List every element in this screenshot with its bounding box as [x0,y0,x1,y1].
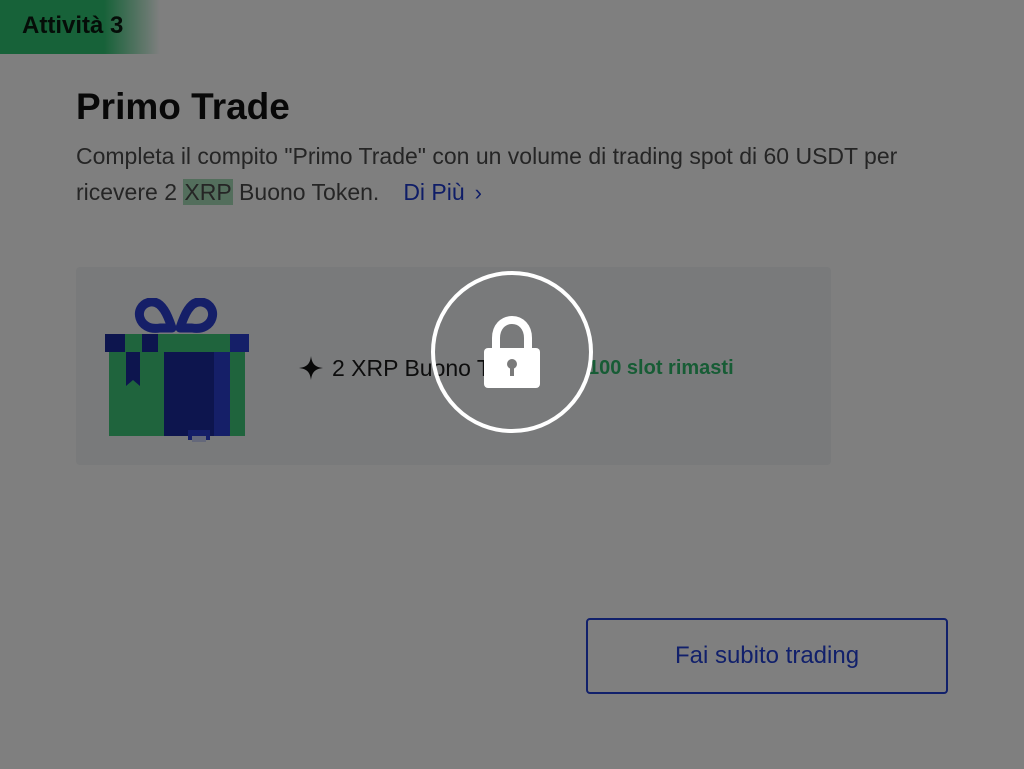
lock-icon [484,316,540,388]
locked-overlay [0,0,1024,769]
lock-badge [431,271,593,433]
